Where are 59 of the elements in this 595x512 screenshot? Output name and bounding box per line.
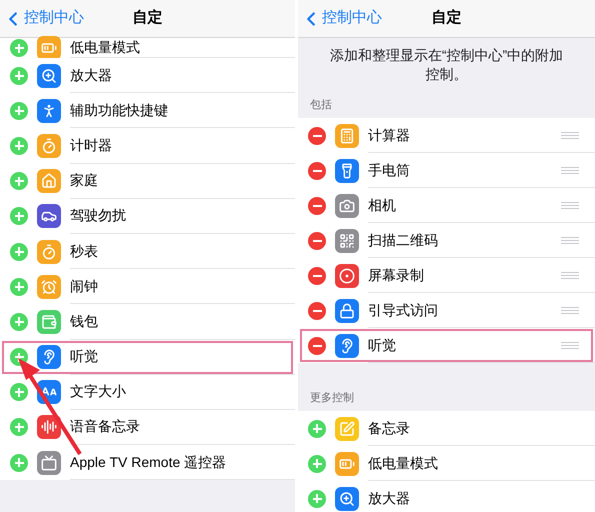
control-label: 手电筒 xyxy=(368,160,410,180)
add-button[interactable] xyxy=(10,136,28,155)
nav-title: 自定 xyxy=(432,8,462,28)
reorder-handle-icon[interactable] xyxy=(561,306,579,314)
add-button[interactable] xyxy=(308,420,326,438)
control-label: 放大器 xyxy=(70,66,112,85)
section-header: 包括 xyxy=(310,98,332,112)
control-label: 听觉 xyxy=(70,347,98,366)
add-button[interactable] xyxy=(10,454,28,472)
control-label: Apple TV Remote 遥控器 xyxy=(70,452,226,472)
control-label: 钱包 xyxy=(70,312,98,331)
reorder-handle-icon[interactable] xyxy=(561,236,579,244)
add-button[interactable] xyxy=(10,278,28,296)
control-label: 闹钟 xyxy=(70,276,98,296)
control-label: 计算器 xyxy=(368,126,410,144)
control-label: 放大器 xyxy=(368,488,410,508)
control-label: 低电量模式 xyxy=(368,454,438,472)
reorder-handle-icon[interactable] xyxy=(561,272,579,278)
add-button[interactable] xyxy=(10,39,28,57)
control-label: 语音备忘录 xyxy=(70,417,140,436)
back-button[interactable]: 控制中心 xyxy=(0,7,84,30)
add-button[interactable] xyxy=(10,207,28,226)
remove-button[interactable] xyxy=(308,266,326,284)
control-label: 驾驶勿扰 xyxy=(70,206,126,226)
add-button[interactable] xyxy=(10,66,28,85)
remove-button[interactable] xyxy=(308,302,326,320)
reorder-handle-icon[interactable] xyxy=(561,166,579,174)
control-label: 家庭 xyxy=(70,171,98,190)
remove-button[interactable] xyxy=(308,162,326,180)
remove-button[interactable] xyxy=(308,126,326,144)
add-button[interactable] xyxy=(10,312,28,331)
control-label: 引导式访问 xyxy=(368,300,438,320)
control-label: 秒表 xyxy=(70,242,98,261)
reorder-handle-icon[interactable] xyxy=(561,202,579,208)
add-button[interactable] xyxy=(308,454,326,472)
add-button[interactable] xyxy=(10,383,28,402)
add-button[interactable] xyxy=(308,490,326,508)
control-label: 屏幕录制 xyxy=(368,266,424,284)
nav-title: 自定 xyxy=(132,8,162,28)
reorder-handle-icon[interactable] xyxy=(561,342,579,348)
add-button[interactable] xyxy=(10,172,28,190)
description-text: 添加和整理显示在“控制中心”中的附加控制。 xyxy=(328,46,564,84)
add-button[interactable] xyxy=(10,418,28,436)
control-label: 扫描二维码 xyxy=(368,230,438,250)
control-label: 计时器 xyxy=(70,136,112,155)
control-label: 辅助功能快捷键 xyxy=(70,100,168,120)
control-label: 相机 xyxy=(368,196,396,214)
control-label: 文字大小 xyxy=(70,382,126,402)
control-label: 低电量模式 xyxy=(70,38,140,57)
remove-button[interactable] xyxy=(308,232,326,250)
remove-button[interactable] xyxy=(308,196,326,214)
reorder-handle-icon[interactable] xyxy=(561,132,579,138)
add-button[interactable] xyxy=(10,102,28,120)
back-button[interactable]: 控制中心 xyxy=(298,7,382,30)
remove-button[interactable] xyxy=(308,336,326,354)
control-label: 听觉 xyxy=(368,336,396,354)
add-button[interactable] xyxy=(10,242,28,261)
control-label: 备忘录 xyxy=(368,418,410,438)
section-header: 更多控制 xyxy=(310,390,354,406)
